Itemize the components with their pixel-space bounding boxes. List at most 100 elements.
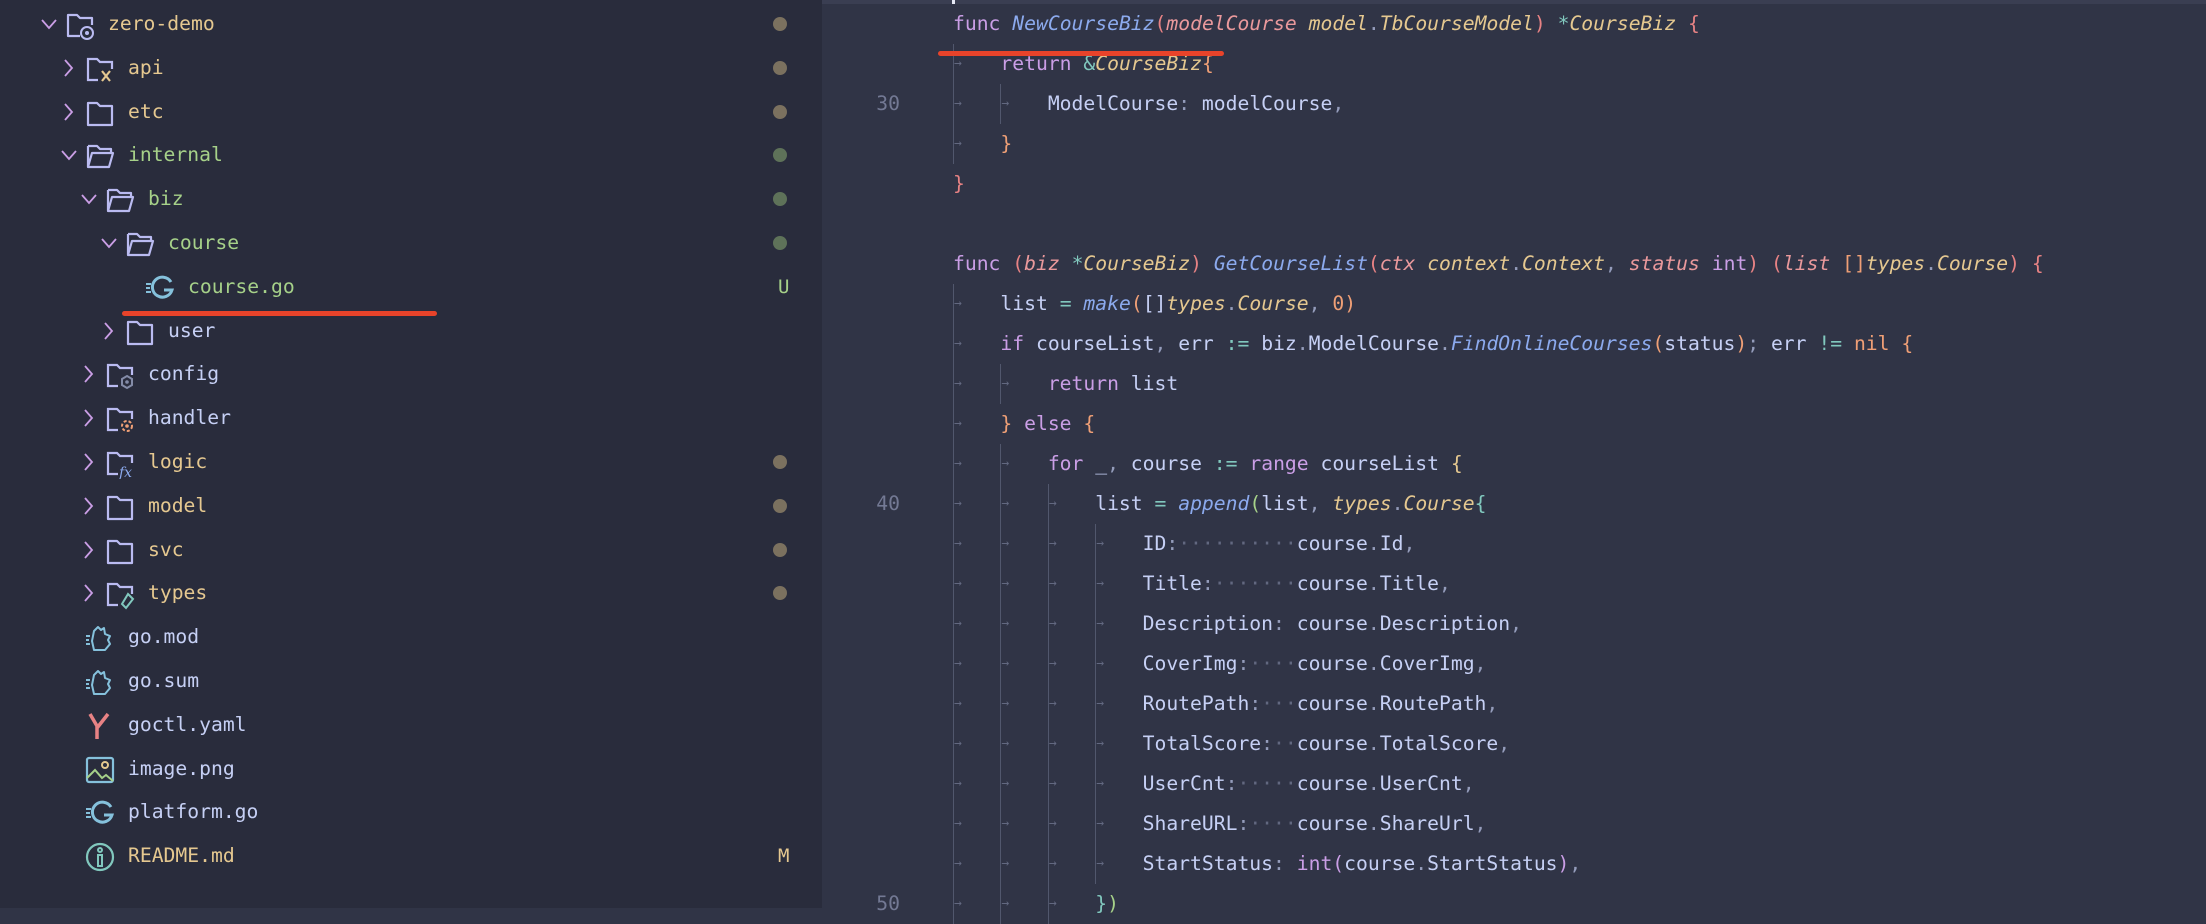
code-token: , — [1510, 612, 1522, 635]
chevron-down-icon[interactable] — [60, 145, 77, 165]
folder-item-etc[interactable]: etc — [0, 90, 822, 134]
item-label: goctl.yaml — [128, 712, 247, 736]
chevron-down-icon[interactable] — [100, 233, 117, 253]
code-token: course — [1118, 452, 1214, 475]
code-token: . — [1391, 492, 1404, 515]
chevron-down-icon[interactable] — [40, 14, 57, 34]
chevron-right-icon[interactable] — [82, 452, 96, 472]
indent-guide: → — [953, 404, 1000, 444]
folder-item-api[interactable]: api — [0, 46, 822, 90]
code-editor[interactable]: 30 40 50 func NewCourseBiz(modelCourse mod… — [822, 0, 2206, 924]
indent-guide: → — [1000, 444, 1047, 484]
indent-guide: → — [1000, 604, 1047, 644]
folder-item-biz[interactable]: biz — [0, 177, 822, 221]
chevron-right-icon[interactable] — [82, 364, 96, 384]
code-line[interactable]: → → return list — [953, 364, 1178, 404]
chevron-right-icon[interactable] — [62, 58, 76, 78]
code-token: . — [1367, 652, 1380, 675]
annotation-underline — [122, 311, 437, 316]
indent-guide: → — [1000, 564, 1047, 604]
file-item-course-go[interactable]: course.go U — [0, 265, 822, 309]
code-line[interactable]: → → → list = append(list, types.Course{ — [953, 484, 1486, 524]
code-line[interactable]: → → → → ID:··········course.Id, — [953, 524, 1415, 564]
code-token: [] — [1142, 292, 1167, 315]
code-token: int — [1711, 252, 1748, 275]
code-line[interactable]: → → → → StartStatus: int(course.StartStatus)… — [953, 844, 1581, 884]
code-line[interactable]: } — [953, 164, 965, 204]
tab-arrow-icon: → — [1048, 496, 1057, 511]
code-line[interactable]: → return &CourseBiz{ — [953, 44, 1214, 84]
code-token: } — [1000, 412, 1013, 435]
file-item-go-sum[interactable]: go.sum — [0, 659, 822, 703]
code-token: ModelCourse — [1308, 332, 1440, 355]
code-line[interactable]: → → → → UserCnt:·····course.UserCnt, — [953, 764, 1475, 804]
folder-item-logic[interactable]: fx logic — [0, 440, 822, 484]
tab-arrow-icon: → — [1096, 616, 1105, 631]
file-item-goctl-yaml[interactable]: goctl.yaml — [0, 703, 822, 747]
code-line[interactable]: → list = make([]types.Course, 0) — [953, 284, 1356, 324]
code-line[interactable]: → → → → Title:·······course.Title, — [953, 564, 1451, 604]
folder-item-model[interactable]: model — [0, 484, 822, 528]
folder-item-types[interactable]: types — [0, 571, 822, 615]
code-line[interactable]: → → → → RoutePath:···course.RoutePath, — [953, 684, 1498, 724]
code-token: = — [1154, 492, 1167, 515]
code-line[interactable]: → → →}) — [953, 884, 1119, 924]
tab-arrow-icon: → — [1096, 576, 1105, 591]
chevron-right-icon[interactable] — [82, 408, 96, 428]
indent-guide: → — [953, 364, 1000, 404]
file-item-go-mod[interactable]: go.mod — [0, 615, 822, 659]
tab-arrow-icon: → — [954, 576, 962, 591]
folder-item-internal[interactable]: internal — [0, 133, 822, 177]
code-token: int — [1296, 852, 1333, 875]
chevron-right-icon[interactable] — [82, 583, 96, 603]
indent-guide: → — [1000, 804, 1047, 844]
code-line[interactable]: → → ModelCourse: modelCourse, — [953, 84, 1344, 124]
folder-item-svc[interactable]: svc — [0, 528, 822, 572]
code-line[interactable]: →} else { — [953, 404, 1095, 444]
folder-item-course[interactable]: course — [0, 221, 822, 265]
code-token: , — [1308, 492, 1321, 515]
indent-guide: → — [953, 444, 1000, 484]
tab-arrow-icon: → — [954, 96, 962, 111]
code-token: model — [1308, 12, 1368, 35]
code-token: . — [1367, 572, 1380, 595]
code-line[interactable]: → if courseList, err := biz.ModelCourse.F… — [953, 324, 1913, 364]
indent-guide: → — [1000, 884, 1047, 924]
line-number: 30 — [876, 92, 900, 115]
file-item-platform-go[interactable]: platform.go — [0, 790, 822, 834]
chevron-right-icon[interactable] — [102, 321, 116, 341]
code-line[interactable]: → → → → TotalScore:··course.TotalScore, — [953, 724, 1510, 764]
code-token: { — [2031, 252, 2044, 275]
folder-item-config[interactable]: config — [0, 352, 822, 396]
chevron-right-icon[interactable] — [82, 496, 96, 516]
chevron-right-icon[interactable] — [62, 102, 76, 122]
code-line[interactable]: → → for _, course := range courseList { — [953, 444, 1463, 484]
code-line[interactable]: →} — [953, 124, 1012, 164]
chevron-down-icon[interactable] — [80, 189, 97, 209]
code-token: ShareUrl — [1379, 812, 1475, 835]
code-line[interactable]: → → → → Description: course.Description, — [953, 604, 1522, 644]
code-token: } — [1095, 892, 1108, 915]
code-line[interactable]: func NewCourseBiz(modelCourse model.TbCo… — [953, 4, 1700, 44]
file-item-image-png[interactable]: image.png — [0, 747, 822, 791]
tab-arrow-icon: → — [954, 896, 962, 911]
code-line[interactable]: → → → → ShareURL:····course.ShareUrl, — [953, 804, 1486, 844]
code-token: ( — [1771, 252, 1783, 275]
code-line[interactable]: func (biz *CourseBiz) GetCourseList(ctx … — [953, 244, 2044, 284]
folder-item-handler[interactable]: handler — [0, 396, 822, 440]
code-token: = — [1059, 292, 1072, 315]
code-token: course — [1344, 852, 1416, 875]
file-item-README-md[interactable]: README.md M — [0, 834, 822, 878]
code-token: , — [1486, 692, 1499, 715]
code-token: Description — [1379, 612, 1511, 635]
indent-guide: → — [953, 124, 1000, 164]
code-line[interactable]: → → → → CoverImg:····course.CoverImg, — [953, 644, 1486, 684]
item-label: internal — [128, 143, 223, 167]
code-token: Context — [1522, 252, 1606, 275]
folder-item-zero-demo[interactable]: zero-demo — [0, 2, 822, 46]
code-token: { — [1474, 492, 1487, 515]
chevron-right-icon[interactable] — [82, 540, 96, 560]
code-token: UserCnt — [1142, 772, 1226, 795]
indent-guide: → — [1047, 684, 1095, 724]
